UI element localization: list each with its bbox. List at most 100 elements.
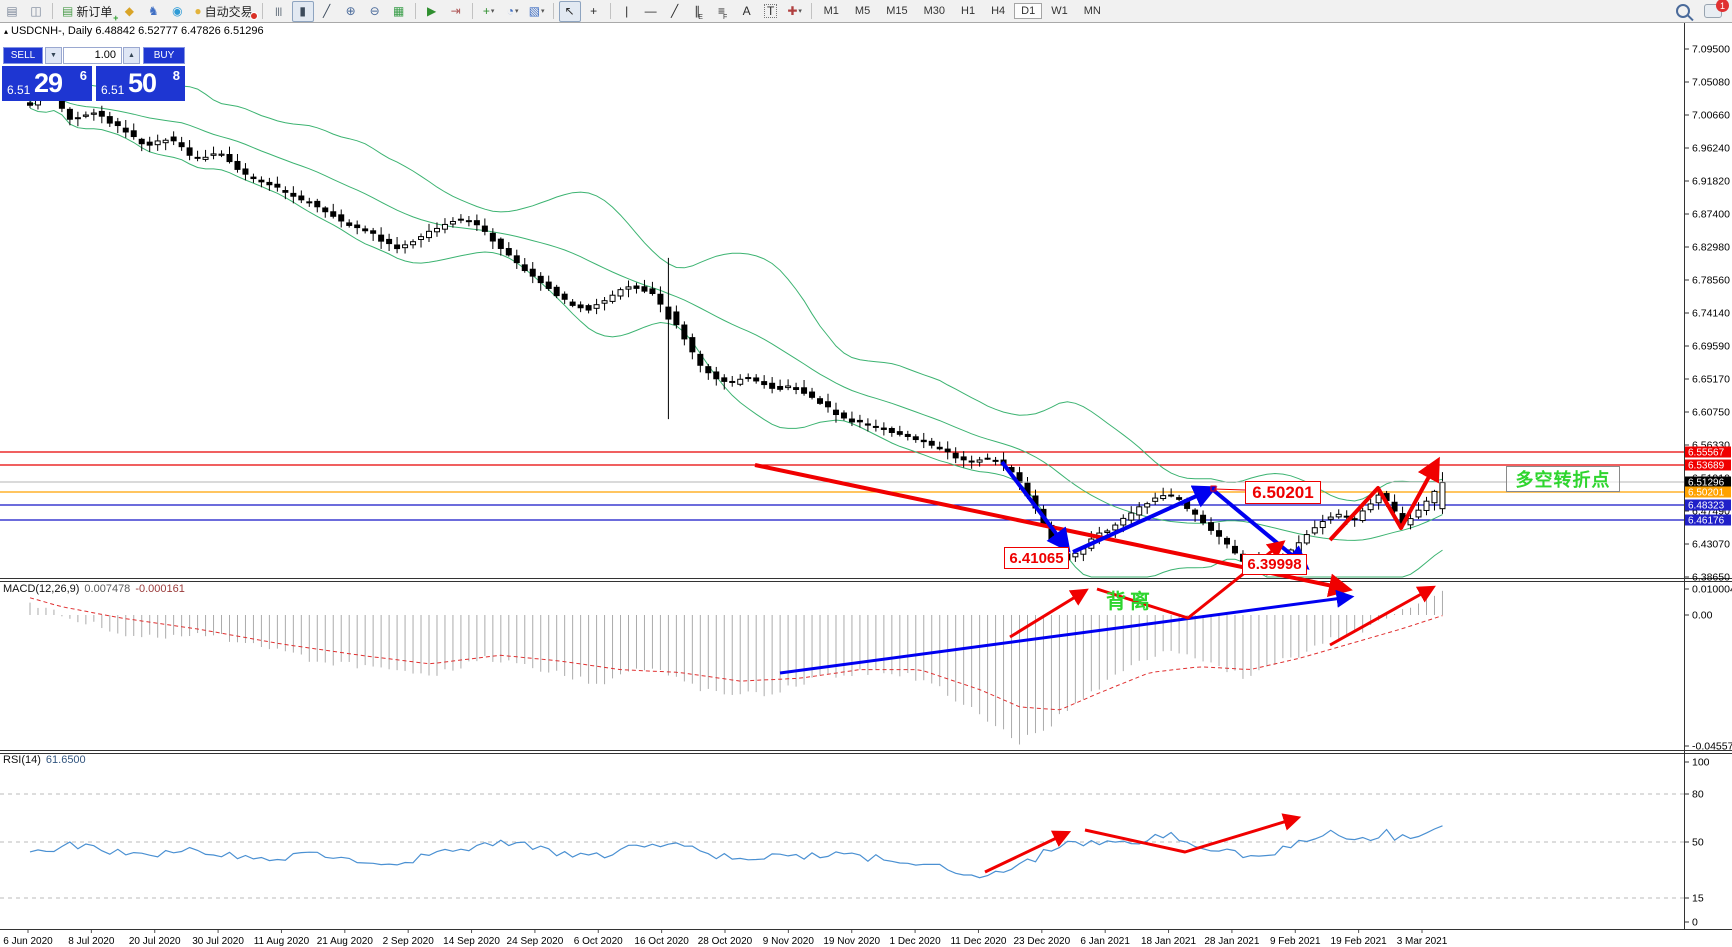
price-annotation-6.39998[interactable]: 6.39998: [1242, 554, 1307, 575]
periods-icon[interactable]: ◔▾: [502, 1, 524, 22]
timeframe-button-M1[interactable]: M1: [817, 3, 846, 19]
horizontal-line-icon[interactable]: —: [640, 1, 662, 22]
candle-body: [714, 372, 719, 379]
new-chart-icon[interactable]: ▤: [1, 1, 23, 22]
mt4-terminal-window: ▤◫▤+新订单◆♞◉●自动交易|||▮╱⊕⊖▦▶⇥+▾◔▾▧▾↖+|—╱∥E≡F…: [0, 0, 1732, 947]
turning-point-annotation[interactable]: 多空转折点: [1506, 466, 1620, 492]
chart-canvas[interactable]: 7.095007.050807.006606.962406.918206.874…: [0, 0, 1732, 947]
timeframe-button-D1[interactable]: D1: [1014, 3, 1042, 19]
trendline-icon[interactable]: ╱: [664, 1, 686, 22]
trendline-icon: ╱: [671, 4, 678, 18]
fibonacci-icon[interactable]: ≡F: [712, 1, 734, 22]
timeframe-button-M5[interactable]: M5: [848, 3, 877, 19]
candle-body: [905, 434, 910, 436]
candle-body: [1328, 517, 1333, 519]
candle-body: [977, 460, 982, 462]
buy-button[interactable]: BUY: [143, 47, 185, 64]
candle-body: [1121, 518, 1126, 525]
cursor-icon[interactable]: ↖: [559, 1, 581, 22]
chart-shift-icon[interactable]: ⇥: [445, 1, 467, 22]
timeframe-button-W1[interactable]: W1: [1044, 3, 1075, 19]
candle-body: [865, 424, 870, 425]
sell-price-display[interactable]: 6.51 29 6: [2, 66, 92, 101]
buy-price-display[interactable]: 6.51 50 8: [96, 66, 185, 101]
timeframe-button-M30[interactable]: M30: [917, 3, 952, 19]
candle-body: [618, 290, 623, 296]
candle-body: [195, 157, 200, 158]
divergence-annotation[interactable]: 背离: [1106, 585, 1154, 614]
new-chart-icon: ▤: [6, 4, 17, 18]
macd-blue-trendline-arrow[interactable]: [780, 597, 1350, 673]
toolbar-separator: [553, 3, 554, 19]
indicators-icon[interactable]: +▾: [478, 1, 500, 22]
timeframe-button-MN[interactable]: MN: [1077, 3, 1108, 19]
candle-body: [1344, 516, 1349, 517]
candle-body: [442, 224, 447, 229]
red-zigzag-up-arrow[interactable]: [1330, 462, 1437, 540]
price-annotation-6.50201[interactable]: 6.50201: [1245, 481, 1321, 504]
time-axis[interactable]: 6 Jun 20208 Jul 202020 Jul 202030 Jul 20…: [3, 930, 1447, 947]
candle-body: [211, 154, 216, 155]
mql5-community-icon[interactable]: ♞: [142, 1, 164, 22]
status-dot-icon: [250, 12, 258, 20]
timeframe-button-H4[interactable]: H4: [984, 3, 1012, 19]
chat-icon[interactable]: 1: [1704, 4, 1722, 18]
candle-body: [291, 193, 296, 196]
volume-increase-button[interactable]: ▲: [123, 47, 140, 64]
rsi-red-up-arrow-1[interactable]: [985, 833, 1067, 872]
candle-body: [395, 245, 400, 249]
price-badge-text: 6.53689: [1688, 461, 1725, 472]
timeframe-button-H1[interactable]: H1: [954, 3, 982, 19]
candlestick-chart-icon[interactable]: ▮: [292, 1, 314, 22]
candle-body: [1336, 514, 1341, 517]
candle-body: [371, 231, 376, 233]
new-order-button[interactable]: ▤+新订单: [57, 2, 117, 21]
periods-icon: ◔: [507, 4, 514, 18]
volume-input[interactable]: 1.00: [63, 47, 122, 64]
arrows-icon[interactable]: ✚▾: [784, 1, 806, 22]
annotation-arrows[interactable]: [755, 462, 1437, 872]
text-label-icon[interactable]: T: [760, 1, 782, 22]
sell-button[interactable]: SELL: [3, 47, 43, 64]
templates-icon[interactable]: ▧▾: [526, 1, 548, 22]
price-annotation-6.41065[interactable]: 6.41065: [1004, 547, 1069, 569]
search-icon[interactable]: [1676, 4, 1690, 18]
vertical-line-icon[interactable]: |: [616, 1, 638, 22]
market-gold-icon[interactable]: ◆: [118, 1, 140, 22]
candle-body: [626, 287, 631, 289]
candle-body: [1177, 498, 1182, 500]
candle-body: [1320, 522, 1325, 528]
collapse-triangle-icon[interactable]: ▴: [4, 27, 8, 36]
zoom-in-icon[interactable]: ⊕: [340, 1, 362, 22]
date-label: 6 Jan 2021: [1080, 936, 1130, 947]
candle-body: [826, 402, 831, 407]
auto-scroll-icon[interactable]: ▶: [421, 1, 443, 22]
crosshair-icon[interactable]: +: [583, 1, 605, 22]
equidistant-channel-icon[interactable]: ∥E: [688, 1, 710, 22]
zoom-out-icon[interactable]: ⊖: [364, 1, 386, 22]
volume-decrease-button[interactable]: ▼: [45, 47, 62, 64]
rsi-red-zigzag-arrow[interactable]: [1085, 818, 1297, 852]
tile-windows-icon[interactable]: ▦: [388, 1, 410, 22]
candle-body: [1416, 510, 1421, 517]
rsi-value: 61.6500: [46, 754, 86, 766]
line-chart-icon[interactable]: ╱: [316, 1, 338, 22]
horizontal-level-lines[interactable]: [0, 452, 1684, 520]
signals-icon[interactable]: ◉: [166, 1, 188, 22]
rsi-pane: [0, 794, 1684, 898]
text-icon[interactable]: A: [736, 1, 758, 22]
candle-body: [546, 282, 551, 288]
auto-trading-button[interactable]: ●自动交易: [189, 2, 257, 21]
chart-window-icon[interactable]: ◫: [25, 1, 47, 22]
candle-body: [610, 295, 615, 301]
date-label: 3 Mar 2021: [1397, 936, 1448, 947]
candle-body: [738, 379, 743, 384]
candle-body: [1432, 491, 1437, 502]
axis-tick-label: 6.87400: [1692, 209, 1730, 221]
bar-chart-icon[interactable]: |||: [268, 1, 290, 22]
macd-red-up-arrow-1[interactable]: [1010, 591, 1085, 637]
timeframe-button-M15[interactable]: M15: [879, 3, 914, 19]
date-label: 28 Jan 2021: [1204, 936, 1259, 947]
notification-badge: 1: [1716, 0, 1729, 12]
candle-body: [953, 453, 958, 458]
